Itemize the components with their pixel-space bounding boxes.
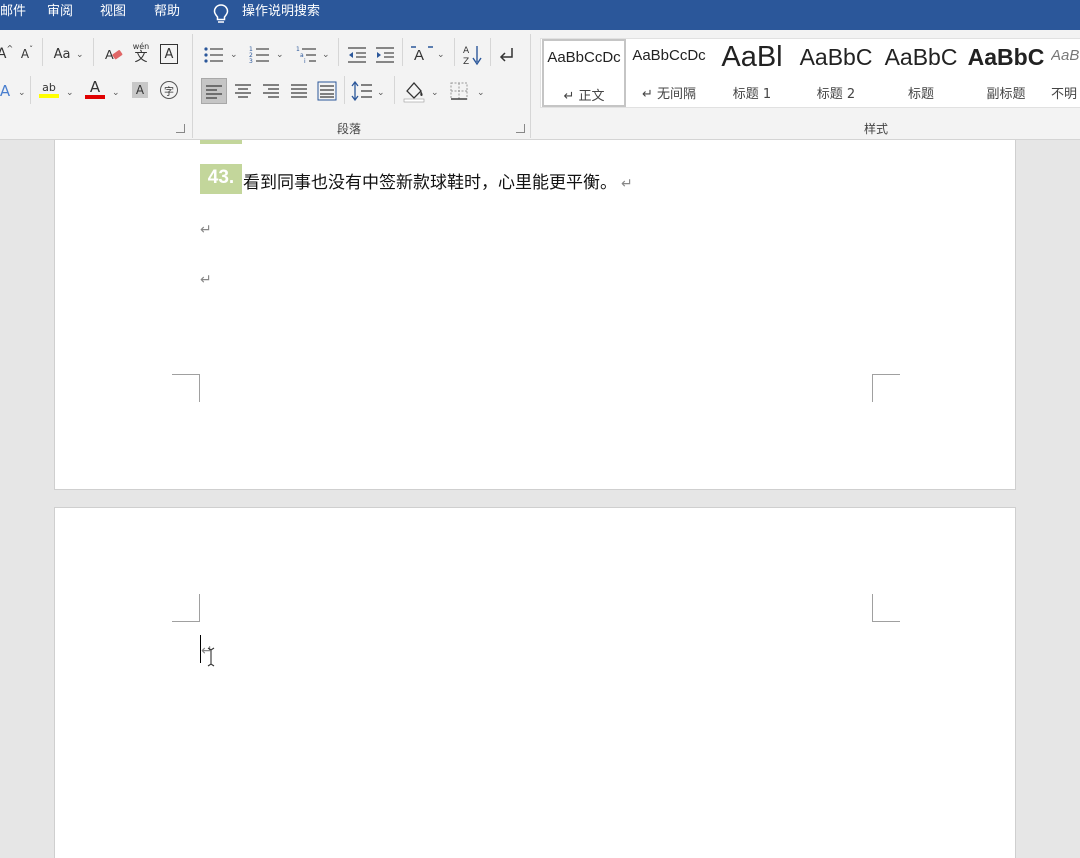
font-color-button[interactable]: A xyxy=(84,78,106,100)
margin-corner-mark xyxy=(872,374,900,402)
clear-formatting-icon[interactable]: A xyxy=(104,45,124,65)
align-left-button[interactable] xyxy=(201,78,227,104)
separator xyxy=(402,38,403,66)
paragraph-group-label: 段落 xyxy=(337,122,362,136)
chevron-down-icon[interactable]: ⌄ xyxy=(322,50,330,60)
chevron-down-icon[interactable]: ⌄ xyxy=(431,88,439,98)
align-center-icon[interactable] xyxy=(234,83,252,99)
separator xyxy=(344,76,345,104)
ibeam-pointer-icon xyxy=(207,647,215,667)
item-text[interactable]: 看到同事也没有中签新款球鞋时，心里能更平衡。 ↵ xyxy=(243,168,633,193)
borders-icon[interactable] xyxy=(450,82,468,100)
separator xyxy=(30,76,31,104)
numbering-icon[interactable]: 123 xyxy=(249,45,271,65)
svg-text:3: 3 xyxy=(249,58,253,65)
style-title[interactable]: AaBbC 标题 xyxy=(880,39,962,107)
chevron-down-icon[interactable]: ⌄ xyxy=(377,88,385,98)
document-page[interactable]: ↵ xyxy=(54,507,1016,858)
distributed-icon[interactable] xyxy=(317,81,337,101)
styles-gallery: AaBbCcDc ↵ 正文 AaBbCcDc ↵ 无间隔 AaBl 标题 1 A… xyxy=(540,38,1080,108)
svg-text:A: A xyxy=(414,47,424,64)
paragraph-dialog-launcher-icon[interactable] xyxy=(516,124,525,133)
style-heading-1[interactable]: AaBl 标题 1 xyxy=(713,39,791,107)
shading-icon[interactable] xyxy=(402,79,426,103)
align-left-icon xyxy=(206,85,222,99)
font-dialog-launcher-icon[interactable] xyxy=(176,124,185,133)
ribbon: A ^ Aˇ Aa ⌄ A wén 文 A A ⌄ ab ⌄ A ⌄ A 字 ⌄ … xyxy=(0,30,1080,140)
previous-item-badge xyxy=(200,140,242,144)
chevron-down-icon[interactable]: ⌄ xyxy=(437,50,445,60)
chevron-down-icon[interactable]: ⌄ xyxy=(18,88,26,98)
justify-icon[interactable] xyxy=(290,83,308,99)
sort-icon[interactable]: AZ xyxy=(462,43,484,67)
asian-layout-icon[interactable]: A xyxy=(410,43,434,65)
enclose-characters-button[interactable]: 字 xyxy=(160,81,178,99)
paragraph-mark: ↵ xyxy=(621,176,633,192)
chevron-down-icon[interactable]: ⌄ xyxy=(230,50,238,60)
menu-help[interactable]: 帮助 xyxy=(154,0,180,30)
change-case-button[interactable]: Aa xyxy=(50,44,74,64)
styles-group-label: 样式 xyxy=(864,122,889,136)
shrink-font-button[interactable]: Aˇ xyxy=(18,44,36,64)
paragraph-mark: ↵ xyxy=(200,272,212,288)
style-no-spacing[interactable]: AaBbCcDc ↵ 无间隔 xyxy=(627,39,711,107)
grow-font-button[interactable]: A ^ xyxy=(0,44,13,64)
menu-review[interactable]: 审阅 xyxy=(47,0,73,30)
chevron-down-icon[interactable]: ⌄ xyxy=(477,88,485,98)
paragraph-mark: ↵ xyxy=(200,222,212,238)
style-heading-2[interactable]: AaBbC 标题 2 xyxy=(795,39,877,107)
separator xyxy=(394,76,395,104)
highlight-button[interactable]: ab xyxy=(38,78,60,100)
multilevel-list-icon[interactable]: 1ai xyxy=(296,45,318,65)
phonetic-guide-button[interactable]: wén 文 xyxy=(130,42,152,66)
svg-text:A: A xyxy=(463,46,470,56)
svg-text:Z: Z xyxy=(463,57,469,67)
item-number-badge: 43. xyxy=(200,164,242,194)
margin-corner-mark xyxy=(172,594,200,622)
bullets-icon[interactable] xyxy=(203,45,225,65)
group-separator xyxy=(192,34,193,138)
decrease-indent-icon[interactable] xyxy=(346,45,368,65)
menu-bar: 邮件 审阅 视图 帮助 操作说明搜索 xyxy=(0,0,1080,30)
separator xyxy=(338,38,339,66)
increase-indent-icon[interactable] xyxy=(374,45,396,65)
document-page[interactable]: 43. 看到同事也没有中签新款球鞋时，心里能更平衡。 ↵ ↵ ↵ xyxy=(54,140,1016,490)
separator xyxy=(42,38,43,66)
tell-me-search[interactable]: 操作说明搜索 xyxy=(242,0,320,30)
menu-view[interactable]: 视图 xyxy=(100,0,126,30)
group-separator xyxy=(530,34,531,138)
text-effects-button[interactable]: A xyxy=(0,80,12,102)
style-subtle-emphasis[interactable]: AaB 不明 xyxy=(1051,39,1080,107)
separator xyxy=(454,38,455,66)
character-border-button[interactable]: A xyxy=(160,44,178,64)
align-right-icon[interactable] xyxy=(262,83,280,99)
lightbulb-icon[interactable] xyxy=(212,3,230,25)
chevron-down-icon[interactable]: ⌄ xyxy=(112,88,120,98)
character-shading-button[interactable]: A xyxy=(132,82,148,98)
margin-corner-mark xyxy=(872,594,900,622)
chevron-down-icon[interactable]: ⌄ xyxy=(76,50,84,60)
line-spacing-icon[interactable] xyxy=(351,81,373,101)
style-subtitle[interactable]: AaBbC 副标题 xyxy=(965,39,1047,107)
chevron-down-icon[interactable]: ⌄ xyxy=(276,50,284,60)
menu-mailings[interactable]: 邮件 xyxy=(0,0,26,30)
separator xyxy=(490,38,491,66)
style-normal[interactable]: AaBbCcDc ↵ 正文 xyxy=(542,39,626,107)
show-paragraph-marks-icon[interactable] xyxy=(497,45,517,65)
svg-text:i: i xyxy=(304,58,306,65)
margin-corner-mark xyxy=(172,374,200,402)
separator xyxy=(93,38,94,66)
chevron-down-icon[interactable]: ⌄ xyxy=(66,88,74,98)
